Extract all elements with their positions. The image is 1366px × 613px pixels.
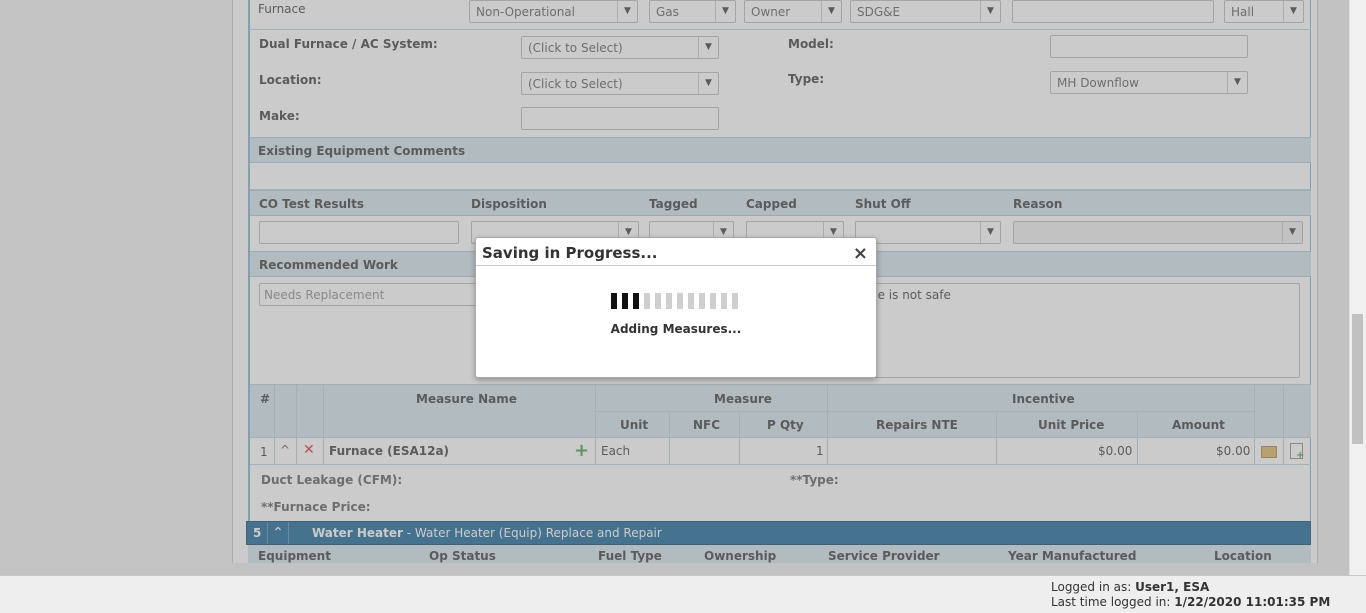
last-login-value: 1/22/2020 11:01:35 PM	[1174, 595, 1331, 609]
logged-in-user: User1, ESA	[1135, 580, 1210, 594]
logged-in-line: Logged in as: User1, ESA	[1051, 580, 1209, 594]
dialog-divider	[476, 265, 876, 266]
progress-segment	[622, 293, 628, 309]
last-login-label: Last time logged in:	[1051, 595, 1175, 609]
progress-segment	[633, 293, 639, 309]
last-login-line: Last time logged in: 1/22/2020 11:01:35 …	[1051, 595, 1330, 609]
progress-segment	[611, 293, 617, 309]
dialog-title: Saving in Progress...	[482, 244, 658, 262]
dialog-message: Adding Measures...	[610, 322, 742, 336]
progress-indicator	[611, 293, 741, 309]
progress-segment	[655, 293, 661, 309]
progress-segment	[710, 293, 716, 309]
progress-segment	[644, 293, 650, 309]
progress-segment	[688, 293, 694, 309]
footer: Logged in as: User1, ESA Last time logge…	[0, 575, 1366, 613]
progress-segment	[732, 293, 738, 309]
scrollbar-thumb[interactable]	[1352, 314, 1363, 444]
progress-segment	[677, 293, 683, 309]
saving-dialog: Saving in Progress... × Adding Measures.…	[475, 237, 877, 378]
progress-segment	[699, 293, 705, 309]
close-icon[interactable]: ×	[853, 243, 868, 264]
logged-in-label: Logged in as:	[1051, 580, 1136, 594]
progress-segment	[721, 293, 727, 309]
progress-segment	[666, 293, 672, 309]
scrollbar-track[interactable]	[1349, 0, 1366, 575]
